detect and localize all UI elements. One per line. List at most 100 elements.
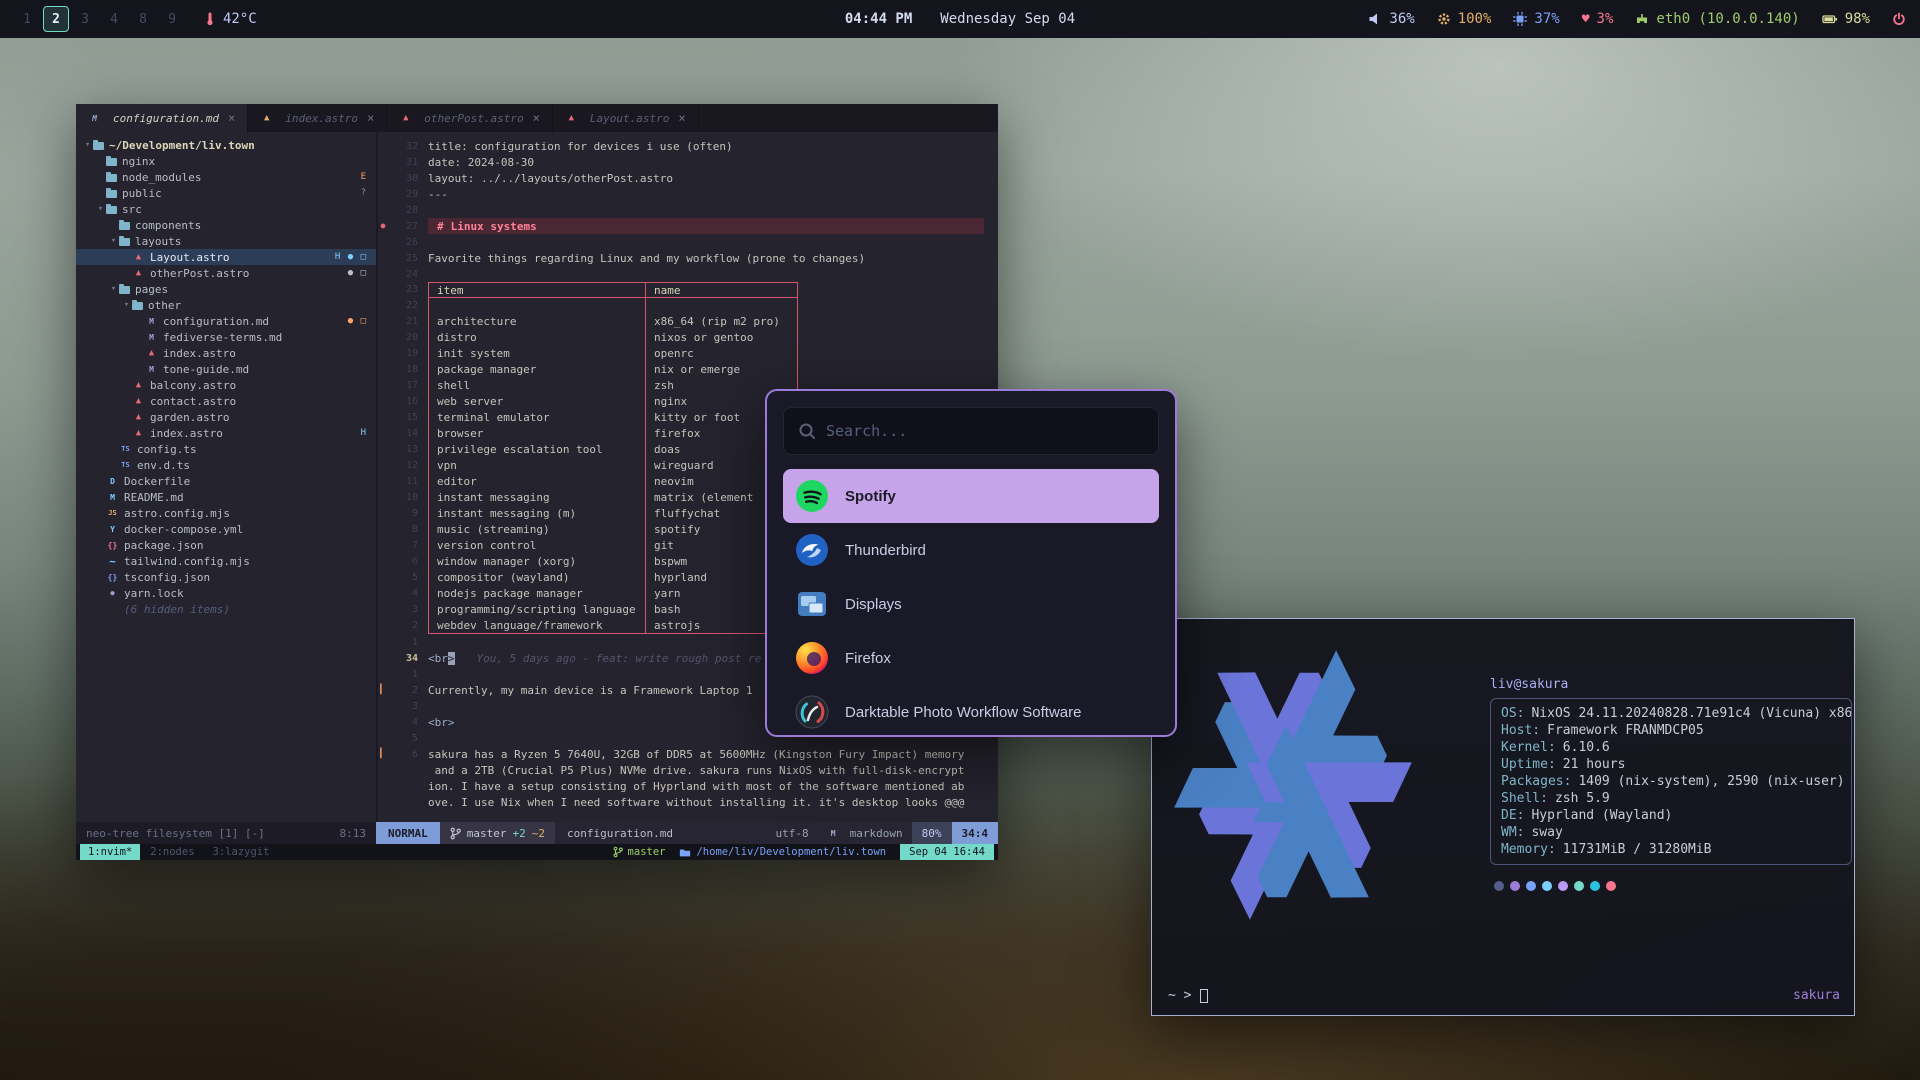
editor-tab[interactable]: otherPost.astro × xyxy=(387,104,553,132)
launcher-item-displays[interactable]: Displays xyxy=(783,577,1159,631)
tree-item[interactable]: tone-guide.md xyxy=(76,361,376,377)
tree-item[interactable]: tailwind.config.mjs xyxy=(76,553,376,569)
tree-item[interactable]: contact.astro xyxy=(76,393,376,409)
workspace-button[interactable]: 3 xyxy=(72,6,98,32)
tree-item[interactable]: index.astro H xyxy=(76,425,376,441)
tmux-window[interactable]: 3:lazygit xyxy=(205,844,278,860)
buffer-line: 6 sakura has a Ryzen 5 7640U, 32GB of DD… xyxy=(378,746,998,762)
gear-module[interactable]: 100% xyxy=(1437,11,1492,27)
battery-module[interactable]: 98% xyxy=(1822,11,1870,27)
scroll-percent: 80% xyxy=(912,822,952,844)
file-name: config.ts xyxy=(137,443,197,456)
load-module[interactable]: ♥ 3% xyxy=(1582,11,1614,27)
workspace-button[interactable]: 2 xyxy=(43,6,69,32)
network-module[interactable]: eth0 (10.0.0.140) xyxy=(1635,11,1799,27)
file-name: docker-compose.yml xyxy=(124,523,243,536)
system-info-panel: liv@sakura OS:NixOS 24.11.20240828.71e91… xyxy=(1490,677,1852,891)
tree-item[interactable]: ▾ ~/Development/liv.town xyxy=(76,137,376,153)
buffer-line: 30layout: ../../layouts/otherPost.astro xyxy=(378,170,998,186)
tree-item[interactable]: nginx xyxy=(76,153,376,169)
buffer-line: 29--- xyxy=(378,186,998,202)
tab-close-icon[interactable]: × xyxy=(678,111,685,125)
editor-tab[interactable]: Layout.astro × xyxy=(553,104,699,132)
workspace-button[interactable]: 1 xyxy=(14,6,40,32)
launcher-item-thunderbird[interactable]: Thunderbird xyxy=(783,523,1159,577)
tmux-path: /home/liv/Development/liv.town xyxy=(679,846,886,858)
file-name: ~/Development/liv.town xyxy=(109,139,255,152)
launcher-item-spotify[interactable]: Spotify xyxy=(783,469,1159,523)
tmux-git-branch: master xyxy=(613,846,666,858)
tab-filename: otherPost.astro xyxy=(424,112,523,125)
tree-item[interactable]: (6 hidden items) xyxy=(76,601,376,617)
cpu-value: 37% xyxy=(1534,11,1559,27)
table-cell-item: instant messaging xyxy=(428,490,646,506)
workspace-button[interactable]: 9 xyxy=(159,6,185,32)
table-header-name: name xyxy=(646,282,798,298)
tree-item[interactable]: config.ts xyxy=(76,441,376,457)
file-name: public xyxy=(122,187,162,200)
tree-item[interactable]: ▾ src xyxy=(76,201,376,217)
tab-close-icon[interactable]: × xyxy=(533,111,540,125)
launcher-item-firefox[interactable]: Firefox xyxy=(783,631,1159,685)
terminal-palette xyxy=(1490,881,1852,891)
file-name: index.astro xyxy=(163,347,236,360)
file-icon xyxy=(93,142,104,150)
file-name: garden.astro xyxy=(150,411,229,424)
terminal-window[interactable]: liv@sakura OS:NixOS 24.11.20240828.71e91… xyxy=(1151,618,1855,1016)
launcher-search[interactable] xyxy=(783,407,1159,455)
shell-prompt[interactable]: ~ > xyxy=(1168,988,1208,1003)
prompt-text: ~ > xyxy=(1168,988,1191,1003)
tree-item[interactable]: astro.config.mjs xyxy=(76,505,376,521)
volume-module[interactable]: 36% xyxy=(1368,11,1414,27)
power-button[interactable] xyxy=(1892,12,1906,26)
table-cell-item: terminal emulator xyxy=(428,410,646,426)
file-name: (6 hidden items) xyxy=(124,603,230,616)
clock-time: 04:44 PM xyxy=(845,11,912,27)
file-icon xyxy=(106,587,119,599)
editor-tab[interactable]: index.astro × xyxy=(248,104,387,132)
tab-close-icon[interactable]: × xyxy=(367,111,374,125)
tree-item[interactable]: README.md xyxy=(76,489,376,505)
tab-close-icon[interactable]: × xyxy=(228,111,235,125)
tmux-status-bar: 1:nvim* 2:nodes 3:lazygit master /home/l… xyxy=(76,844,998,860)
tree-item[interactable]: tsconfig.json xyxy=(76,569,376,585)
tree-item[interactable]: env.d.ts xyxy=(76,457,376,473)
workspace-button[interactable]: 4 xyxy=(101,6,127,32)
tree-item[interactable]: package.json xyxy=(76,537,376,553)
tree-item[interactable]: Layout.astro H ● □ xyxy=(76,249,376,265)
workspace-button[interactable]: 8 xyxy=(130,6,156,32)
tmux-window[interactable]: 1:nvim* xyxy=(80,844,140,860)
file-name: otherPost.astro xyxy=(150,267,249,280)
tree-item[interactable]: fediverse-terms.md xyxy=(76,329,376,345)
file-name: Dockerfile xyxy=(124,475,190,488)
file-icon xyxy=(145,331,158,343)
tmux-window[interactable]: 2:nodes xyxy=(142,844,202,860)
file-icon xyxy=(106,174,117,182)
search-input[interactable] xyxy=(826,422,1144,440)
cpu-module[interactable]: 37% xyxy=(1513,11,1559,27)
tree-item[interactable]: balcony.astro xyxy=(76,377,376,393)
tree-item[interactable]: Dockerfile xyxy=(76,473,376,489)
editor-tab[interactable]: configuration.md × xyxy=(76,104,248,132)
launcher-item-darktable[interactable]: Darktable Photo Workflow Software xyxy=(783,685,1159,737)
power-icon xyxy=(1892,12,1906,26)
status-modules: 36% 100% 37% ♥ 3% eth0 (10.0.0.140) 98% xyxy=(1368,11,1906,27)
tree-item[interactable]: yarn.lock xyxy=(76,585,376,601)
table-cell-item: editor xyxy=(428,474,646,490)
tree-item[interactable]: components xyxy=(76,217,376,233)
tree-item[interactable]: node_modules E xyxy=(76,169,376,185)
tree-item[interactable]: docker-compose.yml xyxy=(76,521,376,537)
tree-item[interactable]: ▾ other xyxy=(76,297,376,313)
tree-item[interactable]: configuration.md ● □ xyxy=(76,313,376,329)
tree-item[interactable]: ▾ pages xyxy=(76,281,376,297)
file-icon xyxy=(145,363,158,375)
tree-item[interactable]: garden.astro xyxy=(76,409,376,425)
tree-item[interactable]: otherPost.astro ● □ xyxy=(76,265,376,281)
color-swatch xyxy=(1590,881,1600,891)
table-cell-item: distro xyxy=(428,330,646,346)
tree-item[interactable]: ▾ layouts xyxy=(76,233,376,249)
tree-item[interactable]: index.astro xyxy=(76,345,376,361)
git-branch-icon xyxy=(450,827,461,840)
tree-item[interactable]: public ? xyxy=(76,185,376,201)
displays-icon xyxy=(795,587,829,621)
